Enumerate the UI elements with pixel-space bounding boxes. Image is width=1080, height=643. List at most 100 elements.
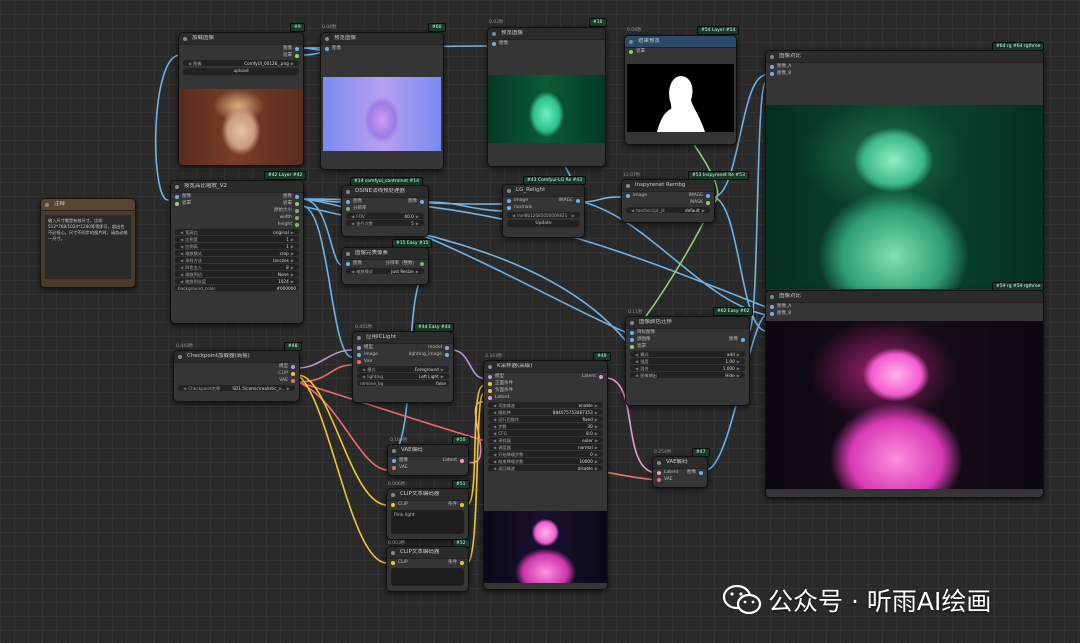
widget-scale-to-length[interactable]: ◀ 缩放到长度 1024 ▶ <box>175 278 299 284</box>
widget-start-step[interactable]: ◀ 开始降噪步数 0 ▶ <box>488 451 603 457</box>
widget-iterations[interactable]: ◀ 迭代次数 5 ▶ <box>346 220 424 226</box>
collapse-dot-icon[interactable] <box>770 54 774 59</box>
input-socket[interactable] <box>391 560 395 565</box>
output-socket[interactable] <box>291 364 295 369</box>
widget-background-color[interactable]: background_color #000000 <box>175 285 299 291</box>
preview-image-node[interactable]: 预览图像 图像 <box>320 32 444 170</box>
apply-iclight-node[interactable]: 应用ICLight 模型 model image lighting_image Va… <box>352 331 454 403</box>
input-socket[interactable] <box>346 199 350 204</box>
input-socket[interactable] <box>392 458 396 463</box>
widget-proportional-height[interactable]: ◀ 比例高 1 ▶ <box>175 243 299 249</box>
collapse-dot-icon[interactable] <box>657 460 661 465</box>
output-socket[interactable] <box>699 470 703 475</box>
widget-steps[interactable]: ◀ 步数 30 ▶ <box>488 423 603 429</box>
image-compare-node[interactable]: 图像对比 图像_A 图像_B <box>765 50 1044 292</box>
widget-mode[interactable]: ◀ 模式 add ▶ <box>630 351 745 357</box>
output-socket[interactable] <box>706 193 710 198</box>
output-socket[interactable] <box>295 222 299 227</box>
widget-sampler[interactable]: ◀ 采样器 euler ▶ <box>488 437 603 443</box>
preview-image-node[interactable]: 预览图像 图像 <box>487 27 606 167</box>
input-socket[interactable] <box>488 388 492 393</box>
input-socket[interactable] <box>346 206 350 211</box>
collapse-dot-icon[interactable] <box>183 36 187 41</box>
widget-lighting[interactable]: ◀ lighting Left Light ▶ <box>357 373 449 379</box>
collapse-dot-icon[interactable] <box>346 189 350 194</box>
output-socket[interactable] <box>445 352 449 357</box>
output-socket[interactable] <box>460 458 464 463</box>
widget-blend[interactable]: ◀ 混合 1.000 ▶ <box>630 365 745 371</box>
input-socket[interactable] <box>770 311 774 316</box>
collapse-dot-icon[interactable] <box>629 39 633 44</box>
collapse-dot-icon[interactable] <box>325 36 329 41</box>
collapse-dot-icon[interactable] <box>626 183 630 188</box>
collapse-dot-icon[interactable] <box>391 550 395 555</box>
collapse-dot-icon[interactable] <box>346 251 350 256</box>
collapse-dot-icon[interactable] <box>630 320 634 325</box>
scale-by-aspect-node[interactable]: 按宽高比缩放_V2 图像 图像 遮罩 遮罩 原始大小 width height ◀ 宽… <box>170 180 304 324</box>
input-socket[interactable] <box>392 465 396 470</box>
output-socket[interactable] <box>460 502 464 507</box>
input-socket[interactable] <box>488 374 492 379</box>
output-socket[interactable] <box>706 200 710 205</box>
input-socket[interactable] <box>507 198 511 203</box>
input-socket[interactable] <box>175 201 179 206</box>
widget-node-id[interactable]: ◀ lnxl8b12685050000821 ▶ <box>507 212 580 218</box>
lg-relight-node[interactable]: LG_Relight image IMAGE normals ◀ lnxl8b126… <box>502 184 585 238</box>
widget-fit[interactable]: ◀ 缩放模式 crop ▶ <box>175 250 299 256</box>
ksampler-advanced-node[interactable]: K采样器(高级) 模型 Latent 正面条件 负面条件 Latent ◀ 添加噪波… <box>483 360 608 590</box>
inspyrenet-rembg-node[interactable]: Inspyrenet Rembg image IMAGE MASK ◀ torchs… <box>621 179 715 223</box>
widget-return-noise[interactable]: ◀ 返回噪波 disable ▶ <box>488 465 603 471</box>
widget-method[interactable]: ◀ 采样方法 lanczos ▶ <box>175 257 299 263</box>
widget-cfg[interactable]: ◀ CFG 8.0 ▶ <box>488 430 603 436</box>
mask-preview-node[interactable]: 遮罩预览 遮罩 <box>624 35 737 145</box>
collapse-dot-icon[interactable] <box>770 294 774 299</box>
widget-round-to[interactable]: ◀ 四舍五入 8 ▶ <box>175 264 299 270</box>
widget-strength[interactable]: ◀ 强度 1.00 ▶ <box>630 358 745 364</box>
collapse-dot-icon[interactable] <box>392 448 396 453</box>
collapse-dot-icon[interactable] <box>178 354 182 359</box>
input-socket[interactable] <box>657 477 661 482</box>
widget-proportional-width[interactable]: ◀ 比例宽 1 ▶ <box>175 236 299 242</box>
widget-image-output[interactable]: ◀ 图像输出 Hide ▶ <box>630 372 745 378</box>
input-socket[interactable] <box>357 345 361 350</box>
input-socket[interactable] <box>626 193 630 198</box>
input-socket[interactable] <box>770 64 774 69</box>
widget-torchscript[interactable]: ◀ torchscript_jit default ▶ <box>626 207 710 213</box>
collapse-dot-icon[interactable] <box>391 492 395 497</box>
input-socket[interactable] <box>507 205 511 210</box>
input-socket[interactable] <box>630 330 634 335</box>
input-socket[interactable] <box>488 381 492 386</box>
widget-mode[interactable]: ◀ 模式 Foreground ▶ <box>357 366 449 372</box>
output-socket[interactable] <box>460 560 464 565</box>
collapse-dot-icon[interactable] <box>175 184 179 189</box>
widget-aspect-ratio[interactable]: ◀ 宽高比 original ▶ <box>175 229 299 235</box>
output-socket[interactable] <box>291 378 295 383</box>
note-node[interactable]: 注释 输入尺寸需是有效尺寸。比如512*768/1024*1280等等即可，超出… <box>40 198 136 288</box>
input-socket[interactable] <box>346 261 350 266</box>
collapse-dot-icon[interactable] <box>357 335 361 340</box>
dsine-normal-node[interactable]: DSINE法线预处理器 图像 图像 分辨率 ◀ FOV 60.0 ▶ ◀ 迭代次数 5 ▶ <box>341 185 429 237</box>
vae-decode-node[interactable]: VAE解码 Latent 图像 VAE <box>652 456 708 488</box>
input-socket[interactable] <box>492 41 496 46</box>
prompt-textarea[interactable] <box>391 568 464 586</box>
upload-button[interactable]: upload <box>183 68 299 75</box>
widget-remove-bg[interactable]: remove_bg false <box>357 380 449 386</box>
input-socket[interactable] <box>770 71 774 76</box>
image-select-widget[interactable]: ◀ 图像 ComfyUI_00126_.png ▶ <box>183 60 299 66</box>
widget-end-step[interactable]: ◀ 结束降噪步数 10000 ▶ <box>488 458 603 464</box>
output-socket[interactable] <box>295 194 299 199</box>
image-compare-node[interactable]: 图像对比 图像_A 图像_B <box>765 290 1044 498</box>
load-image-node[interactable]: 加载图像 图像 遮罩 ◀ 图像 ComfyUI_00126_.png ▶ upload <box>178 32 304 166</box>
widget-checkpoint-name[interactable]: ◀ Checkpoint名称 SD1.5\comic\realistic_v... ▶ <box>178 385 295 391</box>
checkpoint-loader-node[interactable]: Checkpoint加载器(简易) 模型 CLIP VAE ◀ Checkpoin… <box>173 350 300 402</box>
output-socket[interactable] <box>741 337 745 342</box>
output-socket[interactable] <box>420 199 424 204</box>
input-socket[interactable] <box>391 502 395 507</box>
note-text[interactable]: 输入尺寸需是有效尺寸。比如512*768/1024*1280等等即可，超出也不必… <box>45 215 131 279</box>
output-socket[interactable] <box>295 53 299 58</box>
output-socket[interactable] <box>295 201 299 206</box>
widget-add-noise[interactable]: ◀ 添加噪波 enable ▶ <box>488 402 603 408</box>
input-socket[interactable] <box>488 395 492 400</box>
input-socket[interactable] <box>630 344 634 349</box>
input-socket[interactable] <box>630 337 634 342</box>
